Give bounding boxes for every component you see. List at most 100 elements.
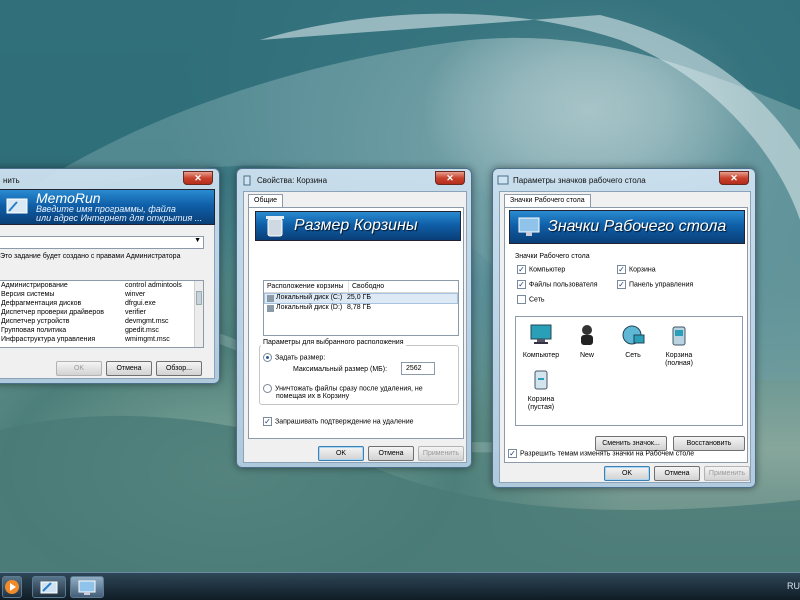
drive-free: 25,0 ГБ: [347, 294, 371, 301]
close-button[interactable]: ✕: [435, 171, 465, 185]
media-player-button[interactable]: [2, 576, 22, 598]
recycle-banner: Размер Корзины: [255, 211, 461, 241]
radio-delete-line1: Уничтожать файлы сразу после удаления, н…: [275, 385, 423, 393]
col-free[interactable]: Свободно: [348, 281, 387, 292]
radio-custom-size[interactable]: Задать размер:: [263, 353, 325, 362]
ok-button[interactable]: OK: [56, 361, 102, 376]
network-icon: [622, 325, 645, 345]
icon-item-network[interactable]: Сеть: [610, 323, 656, 360]
apply-button[interactable]: Применить: [418, 446, 464, 461]
icon-item-recycle-empty[interactable]: Корзина (пустая): [518, 367, 564, 412]
trash-icon: [262, 214, 288, 238]
recycle-banner-title: Размер Корзины: [294, 217, 418, 234]
icons-group-title: Значки Рабочего стола: [515, 253, 590, 260]
command-row[interactable]: Групповая политика gpedit.msc: [0, 326, 203, 335]
command-row[interactable]: Инфраструктура управления wmimgmt.msc: [0, 335, 203, 344]
command-row[interactable]: Дефрагментация дисков dfrgui.exe: [0, 299, 203, 308]
icon-item-recycle-full[interactable]: Корзина (полная): [656, 323, 702, 368]
allow-themes-checkbox[interactable]: ✓ Разрешить темам изменять значки на Рабо…: [508, 449, 694, 458]
taskbar-run-button[interactable]: [32, 576, 66, 598]
drive-row[interactable]: Локальный диск (D:) 8,78 ГБ: [264, 304, 458, 315]
command-name: Диспетчер проверки драйверов: [1, 309, 104, 316]
browse-button[interactable]: Обзор...: [156, 361, 202, 376]
icons-banner-title: Значки Рабочего стола: [548, 218, 727, 235]
list-scrollbar[interactable]: [194, 281, 203, 347]
ok-button[interactable]: OK: [318, 446, 364, 461]
checkbox-unchecked[interactable]: [517, 295, 526, 304]
icon-label: Корзина: [665, 352, 693, 359]
max-size-input[interactable]: 2562: [401, 362, 435, 375]
icon-label: Компьютер: [522, 352, 560, 359]
radio-custom-size-control[interactable]: [263, 353, 272, 362]
icons-titlebar[interactable]: Параметры значков рабочего стола ✕: [497, 171, 751, 189]
allow-themes-label: Разрешить темам изменять значки на Рабоч…: [520, 450, 695, 458]
checkbox-checked[interactable]: ✓: [517, 280, 526, 289]
checkbox-checked[interactable]: ✓: [517, 265, 526, 274]
run-icon: [4, 195, 30, 219]
drive-icon: [267, 295, 274, 302]
command-list[interactable]: Администрирование control admintools Верси…: [0, 280, 204, 348]
command-value: wmimgmt.msc: [125, 336, 170, 343]
run-banner: MemoRun Введите имя программы, файла или…: [0, 189, 215, 225]
close-button[interactable]: ✕: [719, 171, 749, 185]
command-value: winver: [125, 291, 146, 298]
desktop-icons-dialog: Параметры значков рабочего стола ✕ Значк…: [492, 168, 756, 488]
icons-banner: Значки Рабочего стола: [509, 210, 745, 244]
command-value: gpedit.msc: [125, 327, 159, 334]
cancel-button[interactable]: Отмена: [368, 446, 414, 461]
icon-label: New: [579, 352, 594, 359]
checkbox-checked[interactable]: ✓: [617, 280, 626, 289]
run-titlebar[interactable]: нить ✕: [0, 171, 215, 189]
checkbox-checked[interactable]: ✓: [263, 417, 272, 426]
ok-button[interactable]: OK: [604, 466, 650, 481]
play-icon: [5, 580, 19, 594]
tab-desktop-icons[interactable]: Значки Рабочего стола: [504, 194, 591, 208]
command-row[interactable]: Диспетчер устройств devmgmt.msc: [0, 317, 203, 326]
command-value: dfrgui.exe: [125, 300, 156, 307]
language-indicator[interactable]: RU: [787, 581, 800, 591]
icon-preview-list[interactable]: Компьютер New Сеть Корзина (полная) Корз…: [515, 316, 743, 426]
icon-label: Корзина: [527, 396, 555, 403]
run-combo[interactable]: ▼: [0, 236, 204, 249]
cancel-button[interactable]: Отмена: [106, 361, 152, 376]
checkbox-network[interactable]: Сеть: [517, 295, 545, 304]
drive-name: Локальный диск (C:): [276, 294, 343, 301]
radio-delete-immediately-control[interactable]: [263, 384, 272, 393]
checkbox-recycle[interactable]: ✓ Корзина: [617, 265, 656, 274]
checkbox-user-files[interactable]: ✓ Файлы пользователя: [517, 280, 598, 289]
command-value: control admintools: [125, 282, 182, 289]
command-row[interactable]: Диспетчер проверки драйверов verifier: [0, 308, 203, 317]
icon-label-sub: (пустая): [527, 404, 555, 411]
recycle-bin-empty-icon: [534, 370, 548, 390]
col-location[interactable]: Расположение корзины: [264, 281, 348, 292]
cancel-button[interactable]: Отмена: [654, 466, 700, 481]
command-name: Администрирование: [1, 282, 68, 289]
chevron-down-icon[interactable]: ▼: [194, 237, 201, 244]
confirm-delete-checkbox[interactable]: ✓ Запрашивать подтверждение на удаление: [263, 417, 414, 426]
tab-general[interactable]: Общие: [248, 194, 284, 208]
recycle-properties-dialog: Свойства: Корзина ✕ Общие Размер Корзины…: [236, 168, 472, 468]
drive-list[interactable]: Расположение корзины Свободно Локальный …: [263, 280, 459, 336]
icon-label: Сеть: [625, 352, 641, 359]
icon-item-computer[interactable]: Компьютер: [518, 323, 564, 360]
command-row[interactable]: Версия системы winver: [0, 290, 203, 299]
drive-row[interactable]: Локальный диск (C:) 25,0 ГБ: [264, 293, 458, 304]
close-button[interactable]: ✕: [183, 171, 213, 185]
admin-note: Это задание будет создано с правами Адми…: [0, 253, 181, 260]
icon-item-user[interactable]: New: [564, 323, 610, 360]
run-title: нить: [3, 175, 20, 185]
command-rows: Администрирование control admintools Верси…: [0, 281, 203, 344]
taskbar-display-button[interactable]: [70, 576, 104, 598]
list-scroll-thumb[interactable]: [196, 291, 202, 305]
radio-delete-immediately[interactable]: Уничтожать файлы сразу после удаления, н…: [263, 384, 423, 393]
command-row[interactable]: Администрирование control admintools: [0, 281, 203, 290]
checkbox-checked[interactable]: ✓: [617, 265, 626, 274]
checkbox-checked[interactable]: ✓: [508, 449, 517, 458]
command-value: verifier: [125, 309, 147, 316]
settings-icon: [497, 175, 509, 185]
apply-button[interactable]: Применить: [704, 466, 750, 481]
recycle-titlebar[interactable]: Свойства: Корзина ✕: [241, 171, 467, 189]
checkbox-control-panel[interactable]: ✓ Панель управления: [617, 280, 693, 289]
confirm-delete-label: Запрашивать подтверждение на удаление: [275, 418, 414, 426]
checkbox-computer[interactable]: ✓ Компьютер: [517, 265, 565, 274]
